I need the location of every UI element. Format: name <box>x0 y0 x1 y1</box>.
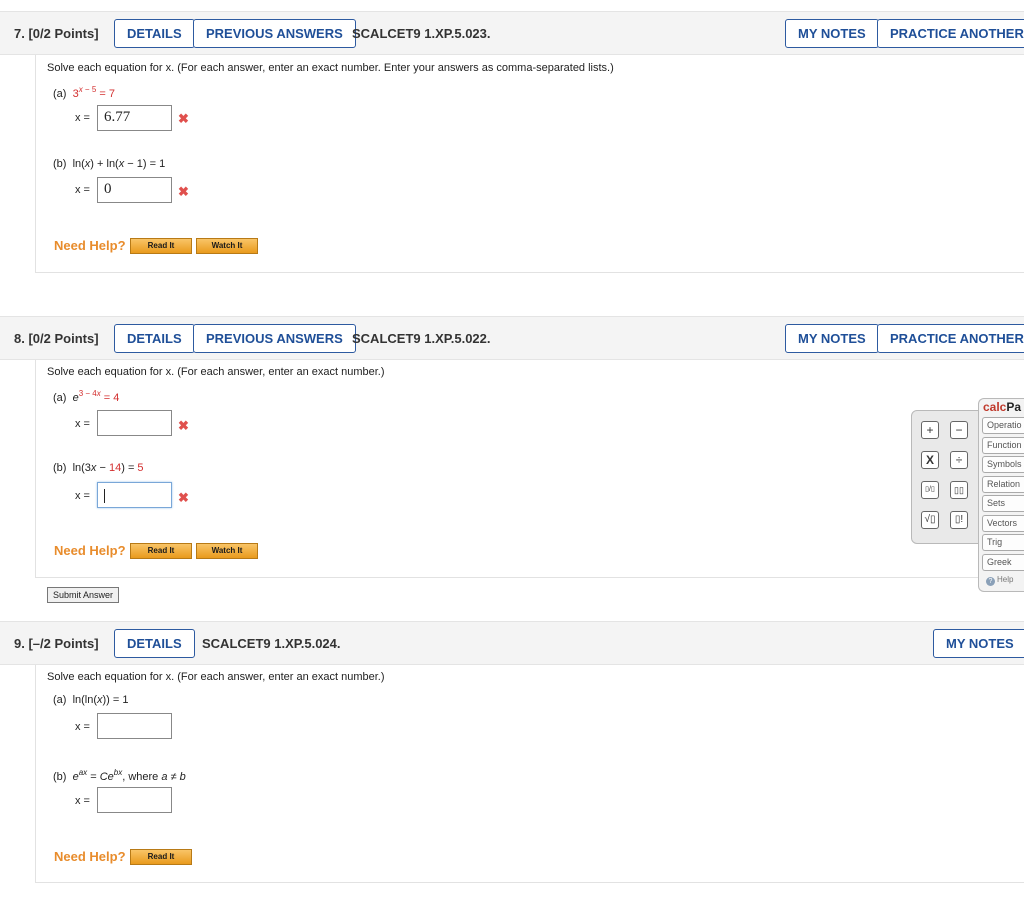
question-number: 9. [–/2 Points] <box>14 636 99 651</box>
exponent-key[interactable]: ▯▯ <box>950 481 968 499</box>
problem-id: SCALCET9 1.XP.5.024. <box>202 636 341 651</box>
text-caret <box>104 489 105 503</box>
calcpad-keypad: + − X ÷ ▯/▯ ▯▯ √▯ ▯! <box>911 410 980 544</box>
problem-id: SCALCET9 1.XP.5.023. <box>352 26 491 41</box>
factorial-key[interactable]: ▯! <box>950 511 968 529</box>
answer-label: x = <box>75 184 90 196</box>
question-header: 9. [–/2 Points] DETAILS SCALCET9 1.XP.5.… <box>0 621 1024 665</box>
calcpad-help-link[interactable]: ? Help <box>986 575 1013 586</box>
previous-answers-button[interactable]: PREVIOUS ANSWERS <box>193 324 356 353</box>
watch-it-button[interactable]: Watch It <box>196 543 258 559</box>
fraction-key[interactable]: ▯/▯ <box>921 481 939 499</box>
read-it-button[interactable]: Read It <box>130 849 192 865</box>
answer-label: x = <box>75 112 90 124</box>
calcpad-title: calcPa <box>983 400 1022 414</box>
part-a-equation: (a) ln(ln(x)) = 1 <box>53 694 129 706</box>
part-b-equation: (b) eax = Cebx, where a ≠ b <box>53 768 186 783</box>
answer-label: x = <box>75 795 90 807</box>
my-notes-button[interactable]: MY NOTES <box>785 324 879 353</box>
my-notes-button[interactable]: MY NOTES <box>933 629 1024 658</box>
part-a-equation: (a) e3 − 4x = 4 <box>53 389 120 404</box>
answer-input-b[interactable]: 0 <box>97 177 172 203</box>
answer-label: x = <box>75 721 90 733</box>
incorrect-icon: ✖ <box>178 111 189 126</box>
previous-answers-button[interactable]: PREVIOUS ANSWERS <box>193 19 356 48</box>
divide-key[interactable]: ÷ <box>950 451 968 469</box>
incorrect-icon: ✖ <box>178 184 189 199</box>
times-key[interactable]: X <box>921 451 939 469</box>
question-statement: Solve each equation for x. (For each ans… <box>47 671 385 683</box>
details-button[interactable]: DETAILS <box>114 629 195 658</box>
calcpad-tab-vectors[interactable]: Vectors <box>982 515 1024 532</box>
answer-label: x = <box>75 418 90 430</box>
answer-input-a[interactable] <box>97 713 172 739</box>
question-statement: Solve each equation for x. (For each ans… <box>47 62 614 74</box>
practice-another-button[interactable]: PRACTICE ANOTHER <box>877 19 1024 48</box>
watch-it-button[interactable]: Watch It <box>196 238 258 254</box>
need-help-label: Need Help? <box>54 238 126 253</box>
incorrect-icon: ✖ <box>178 418 189 433</box>
calcpad-tab-trig[interactable]: Trig <box>982 534 1024 551</box>
need-help-label: Need Help? <box>54 849 126 864</box>
details-button[interactable]: DETAILS <box>114 19 195 48</box>
details-button[interactable]: DETAILS <box>114 324 195 353</box>
help-icon: ? <box>986 577 995 586</box>
plus-key[interactable]: + <box>921 421 939 439</box>
part-a-equation: (a) 3x − 5 = 7 <box>53 85 115 100</box>
incorrect-icon: ✖ <box>178 490 189 505</box>
sqrt-key[interactable]: √▯ <box>921 511 939 529</box>
calcpad-tab-functions[interactable]: Function <box>982 437 1024 454</box>
my-notes-button[interactable]: MY NOTES <box>785 19 879 48</box>
answer-input-a[interactable]: 6.77 <box>97 105 172 131</box>
answer-input-b[interactable] <box>97 787 172 813</box>
need-help-label: Need Help? <box>54 543 126 558</box>
question-statement: Solve each equation for x. (For each ans… <box>47 366 385 378</box>
calcpad-tab-sets[interactable]: Sets <box>982 495 1024 512</box>
read-it-button[interactable]: Read It <box>130 543 192 559</box>
minus-key[interactable]: − <box>950 421 968 439</box>
answer-input-b[interactable] <box>97 482 172 508</box>
question-header: 7. [0/2 Points] DETAILS PREVIOUS ANSWERS… <box>0 11 1024 55</box>
read-it-button[interactable]: Read It <box>130 238 192 254</box>
question-number: 7. [0/2 Points] <box>14 26 99 41</box>
submit-answer-button[interactable]: Submit Answer <box>47 587 120 603</box>
part-b-equation: (b) ln(x) + ln(x − 1) = 1 <box>53 158 166 170</box>
calcpad-tab-symbols[interactable]: Symbols <box>982 456 1024 473</box>
calcpad-tab-operations[interactable]: Operatio <box>982 417 1024 434</box>
answer-label: x = <box>75 490 90 502</box>
problem-id: SCALCET9 1.XP.5.022. <box>352 331 491 346</box>
question-number: 8. [0/2 Points] <box>14 331 99 346</box>
practice-another-button[interactable]: PRACTICE ANOTHER <box>877 324 1024 353</box>
calcpad-tab-greek[interactable]: Greek <box>982 554 1024 571</box>
question-header: 8. [0/2 Points] DETAILS PREVIOUS ANSWERS… <box>0 316 1024 360</box>
answer-input-a[interactable] <box>97 410 172 436</box>
calcpad-tab-relations[interactable]: Relation <box>982 476 1024 493</box>
part-b-equation: (b) ln(3x − 14) = 5 <box>53 462 144 474</box>
